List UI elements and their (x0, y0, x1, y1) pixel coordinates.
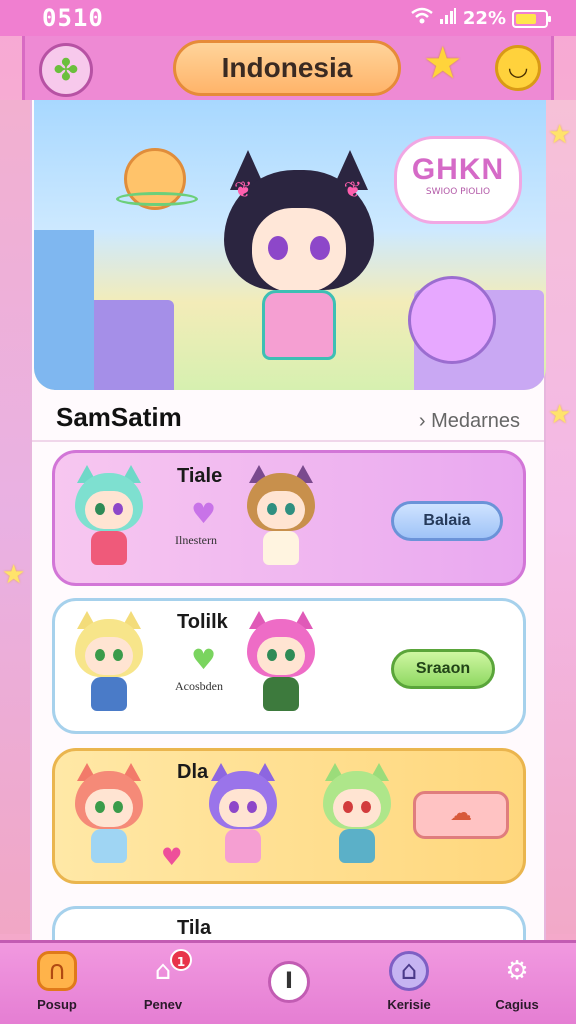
eye (310, 236, 330, 260)
planet-ring (116, 192, 198, 206)
signal-icon (439, 7, 457, 30)
clover-icon: ✤ (53, 52, 79, 88)
favorites-star-icon[interactable]: ★ (423, 38, 462, 89)
outfit (263, 531, 299, 565)
hero-character: ❦ ❦ (214, 150, 384, 380)
main-panel: GHKN SWIOO PIOLIO ❦ ❦ SamSatim › Medarne… (30, 100, 546, 946)
outfit (225, 829, 261, 863)
tab-posup[interactable]: ∩ Posup (12, 951, 102, 1023)
bow-icon: ❦ (343, 178, 362, 203)
face (85, 789, 133, 827)
outfit (91, 531, 127, 565)
profile-emoji-icon[interactable]: ◡ (495, 45, 541, 91)
eye (113, 503, 123, 515)
section-title: SamSatim (56, 402, 182, 432)
outfit (91, 829, 127, 863)
notification-badge: 1 (170, 949, 192, 971)
face (333, 789, 381, 827)
heart-icon[interactable]: ♥ (161, 843, 183, 871)
card-subtitle: Acosbden (175, 679, 223, 693)
section-more-link[interactable]: › Medarnes (419, 410, 520, 433)
face (257, 491, 305, 529)
battery-percentage: 22% (462, 8, 506, 29)
face (252, 208, 346, 292)
star-icon: ★ (548, 400, 572, 430)
heart-icon[interactable]: ♥ (191, 643, 216, 676)
eye (229, 801, 239, 813)
tab-label: Posup (37, 997, 77, 1012)
clover-button[interactable]: ✤ (39, 43, 93, 97)
outfit (339, 829, 375, 863)
outfit (263, 677, 299, 711)
bubble-icon (408, 276, 496, 364)
eye (361, 801, 371, 813)
status-time: 0510 (42, 4, 104, 32)
tab-cagius[interactable]: ⚙ Cagius (472, 951, 562, 1023)
tab-penev[interactable]: ⌂ 1 Penev (118, 949, 208, 1023)
card-title: Tila (177, 917, 212, 939)
eye (285, 503, 295, 515)
hero-banner[interactable]: GHKN SWIOO PIOLIO ❦ ❦ (34, 100, 546, 390)
room-card[interactable]: Tolilk ♥ Acosbden Sraaon (52, 598, 526, 734)
home-arch-icon: ∩ (37, 951, 77, 991)
outfit (91, 677, 127, 711)
avatar (69, 465, 149, 575)
avatar (241, 611, 321, 721)
eye (95, 503, 105, 515)
eye (267, 503, 277, 515)
avatar (317, 763, 397, 873)
tab-label: Kerisie (387, 997, 431, 1012)
app-header: ✤ Indonesia ★ ◡ (22, 36, 554, 100)
room-card[interactable]: Tiale ♥ Ilnestern Balaia (52, 450, 526, 586)
avatar (69, 763, 149, 873)
eye (285, 649, 295, 661)
chat-bubble-icon[interactable]: ☁ (413, 791, 509, 839)
eye (113, 649, 123, 661)
logo-text: GHKN (411, 153, 505, 186)
eye (95, 801, 105, 813)
eye (343, 801, 353, 813)
wifi-icon (411, 7, 433, 30)
battery-icon (512, 9, 551, 28)
avatar (203, 763, 283, 873)
section-divider (32, 440, 544, 442)
heart-icon[interactable]: ♥ (191, 497, 216, 530)
card-action-button[interactable]: Sraaon (391, 649, 495, 689)
eye (247, 801, 257, 813)
avatar (241, 465, 321, 575)
eye (267, 649, 277, 661)
bow-icon: ❦ (234, 178, 253, 203)
face (85, 491, 133, 529)
status-bar: 0510 22% (0, 0, 576, 36)
card-title: Tiale (177, 465, 223, 487)
card-title: Tolilk (177, 611, 228, 633)
tab-label: Penev (143, 997, 183, 1012)
card-subtitle: Ilnestern (175, 533, 217, 547)
tab-kerisie[interactable]: ⌂ Kerisie (364, 951, 454, 1023)
star-icon: ★ (2, 560, 26, 590)
eye (113, 801, 123, 813)
face (219, 789, 267, 827)
game-logo: GHKN SWIOO PIOLIO (394, 136, 522, 224)
center-action-button[interactable]: I (268, 961, 310, 1003)
status-indicators: 22% (411, 7, 551, 30)
outfit (262, 290, 336, 360)
region-title-button[interactable]: Indonesia (173, 40, 401, 96)
face (257, 637, 305, 675)
card-action-button[interactable]: Balaia (391, 501, 503, 541)
settings-icon: ⚙ (505, 956, 529, 986)
tab-label: Cagius (495, 997, 539, 1012)
face (85, 637, 133, 675)
house-illustration (34, 230, 94, 390)
room-card[interactable]: Dla ♥ ☁ (52, 748, 526, 884)
home-badge-icon: ⌂ (389, 951, 429, 991)
bottom-tab-bar: ∩ Posup ⌂ 1 Penev I ⌂ Kerisie ⚙ Cagius (0, 940, 576, 1024)
section-link-text: Medarnes (431, 410, 520, 432)
avatar (69, 611, 149, 721)
star-icon: ★ (548, 120, 572, 150)
eye (268, 236, 288, 260)
eye (95, 649, 105, 661)
logo-subtext: SWIOO PIOLIO (425, 187, 491, 197)
